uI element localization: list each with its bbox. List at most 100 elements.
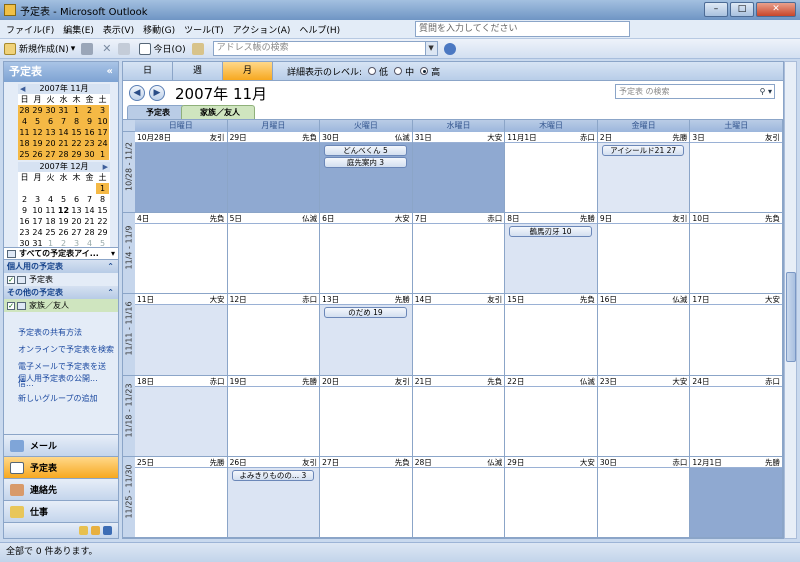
chevron-down-icon[interactable]: ▼ [424, 42, 437, 55]
minical-day[interactable]: 10 [96, 116, 109, 127]
day-cell[interactable]: 23日 大安 [597, 375, 691, 457]
minical-day[interactable]: 27 [70, 227, 83, 238]
minical-day[interactable]: 28 [18, 105, 31, 116]
checkbox-checked[interactable]: ✓ [7, 275, 15, 284]
day-cell[interactable]: 25日 先勝 [135, 456, 228, 538]
tab-day[interactable]: 日 [123, 62, 173, 80]
day-cell[interactable]: 29日 先負 [227, 132, 321, 214]
day-cell[interactable]: 30日 赤口 [597, 456, 691, 538]
calendar-event[interactable]: よみきりものの... 3 [231, 469, 315, 481]
day-cell[interactable]: 18日 赤口 [135, 375, 228, 457]
day-cell[interactable]: 4日 先負 [135, 213, 228, 295]
pane-link[interactable]: 新しいグループの追加 [4, 390, 118, 407]
minical-day[interactable]: 15 [70, 127, 83, 138]
delete-button[interactable]: ✕ [102, 42, 111, 55]
collapse-up-icon[interactable]: ⌃ [107, 260, 114, 273]
pane-link[interactable]: オンラインで予定表を検索 [4, 341, 118, 358]
minical-day[interactable]: 1 [96, 183, 109, 194]
tab-calendar-family[interactable]: 家族／友人 [181, 105, 255, 119]
calendar-event[interactable]: どんべくん 5 [324, 145, 407, 156]
help-button[interactable] [443, 42, 459, 55]
day-cell[interactable]: 5日 仏滅 [227, 213, 321, 295]
minical-day[interactable]: 1 [70, 105, 83, 116]
menu-item[interactable]: 移動(G) [143, 23, 175, 36]
day-cell[interactable]: 15日 先負 [505, 294, 598, 376]
minical-day[interactable]: 4 [18, 116, 31, 127]
radio-high[interactable] [420, 67, 429, 75]
day-cell[interactable]: 31日 大安 [412, 132, 506, 214]
minical-day[interactable]: 2 [18, 194, 31, 205]
minical-day[interactable]: 10 [31, 205, 44, 216]
minical-day[interactable]: 5 [57, 194, 70, 205]
notes-icon[interactable] [79, 526, 88, 535]
nav-calendar-button[interactable]: 予定表 [4, 456, 118, 478]
minical-day[interactable]: 17 [31, 216, 44, 227]
minical-day[interactable]: 20 [44, 138, 57, 149]
minical-day[interactable]: 7 [57, 116, 70, 127]
day-cell[interactable]: 11月1日 赤口 [505, 132, 598, 214]
minical-day[interactable]: 8 [96, 194, 109, 205]
minical-day[interactable]: 16 [18, 216, 31, 227]
minical-day[interactable]: 29 [96, 227, 109, 238]
minical-day[interactable] [44, 183, 57, 194]
day-cell[interactable]: 12月1日 先勝 [690, 456, 783, 538]
minimize-button[interactable]: – [704, 2, 728, 17]
calendar-item-family[interactable]: ✓ 家族／友人 [4, 299, 118, 312]
address-book-button[interactable] [191, 42, 207, 55]
collapse-up-icon[interactable]: ⌃ [107, 286, 114, 299]
day-cell[interactable]: 29日 大安 [505, 456, 598, 538]
print-button[interactable] [81, 42, 96, 55]
minical-day[interactable] [57, 183, 70, 194]
week-range-label[interactable]: 11/4 - 11/9 [123, 213, 135, 295]
all-calendars-dropdown[interactable]: すべての予定表アイ... ▾ [4, 247, 118, 260]
nav-mail-button[interactable]: メール [4, 434, 118, 456]
minical-day[interactable]: 25 [44, 227, 57, 238]
minical-day[interactable]: 24 [31, 227, 44, 238]
tab-calendar-personal[interactable]: 予定表 [127, 105, 185, 119]
minical-day[interactable]: 15 [96, 205, 109, 216]
calendar-event[interactable]: 鶴馬刃牙 10 [509, 226, 592, 238]
day-cell[interactable]: 9日 友引 [597, 213, 691, 295]
menu-item[interactable]: ファイル(F) [6, 23, 54, 36]
day-cell[interactable]: 7日 赤口 [412, 213, 506, 295]
minical-day[interactable]: 13 [70, 205, 83, 216]
vertical-scrollbar[interactable] [784, 61, 797, 539]
day-cell[interactable]: 26日 友引 [227, 456, 321, 538]
nav-tasks-button[interactable]: 仕事 [4, 500, 118, 522]
forward-arrow-icon[interactable]: ▶ [149, 85, 165, 101]
new-button[interactable]: 新規作成(N) ▾ [4, 42, 75, 55]
menu-item[interactable]: 編集(E) [63, 23, 94, 36]
minical-day[interactable]: 6 [44, 116, 57, 127]
week-range-label[interactable]: 10/28 - 11/2 [123, 132, 135, 214]
day-cell[interactable]: 24日 赤口 [690, 375, 783, 457]
menu-item[interactable]: ツール(T) [184, 23, 224, 36]
radio-low[interactable] [368, 67, 377, 75]
other-calendars-header[interactable]: その他の予定表 ⌃ [4, 286, 118, 299]
minical-day[interactable]: 14 [57, 127, 70, 138]
minical-day[interactable]: 12 [31, 127, 44, 138]
day-cell[interactable]: 11日 大安 [135, 294, 228, 376]
tab-month[interactable]: 月 [223, 62, 273, 80]
minical-day[interactable]: 31 [57, 105, 70, 116]
minical-day[interactable]: 22 [96, 216, 109, 227]
prev-month-arrow-icon[interactable]: ◀ [20, 84, 25, 94]
day-cell[interactable]: 28日 仏滅 [412, 456, 506, 538]
minical-day[interactable]: 6 [70, 194, 83, 205]
calendar-event[interactable]: 庭先案内 3 [324, 157, 407, 168]
move-button[interactable] [117, 42, 133, 55]
shortcut-icon[interactable] [103, 526, 112, 535]
minical-day[interactable]: 13 [44, 127, 57, 138]
minical-day[interactable]: 23 [83, 138, 96, 149]
minical-day[interactable]: 5 [31, 116, 44, 127]
minical-day[interactable]: 28 [57, 149, 70, 160]
minical-day[interactable] [18, 183, 31, 194]
minical-day[interactable]: 24 [96, 138, 109, 149]
radio-medium[interactable] [394, 67, 403, 75]
help-search-input[interactable]: 質問を入力してください [415, 21, 630, 37]
day-cell[interactable]: 6日 大安 [320, 213, 413, 295]
minical-day[interactable]: 30 [44, 105, 57, 116]
checkbox-checked[interactable]: ✓ [7, 301, 15, 310]
minical-day[interactable] [31, 183, 44, 194]
minical-day[interactable]: 3 [31, 194, 44, 205]
minical-day[interactable]: 3 [96, 105, 109, 116]
